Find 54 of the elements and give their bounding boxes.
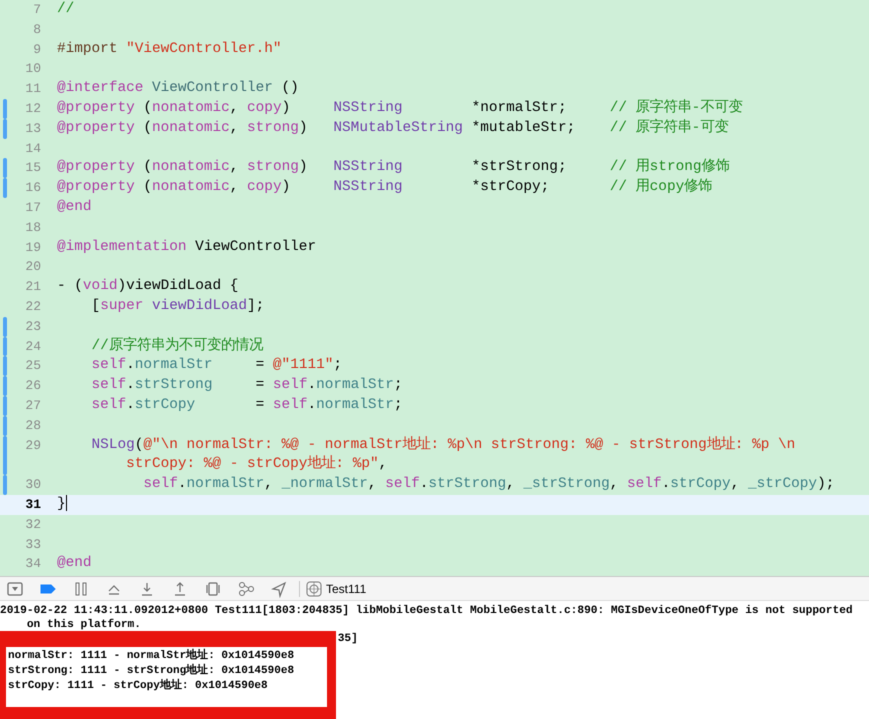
line-number: 11: [24, 80, 42, 98]
console-line: strCopy: 1111 - strCopy地址: 0x1014590e8: [8, 679, 269, 694]
app-icon: [306, 580, 322, 596]
line-number: 28: [24, 416, 42, 435]
code-line: [super viewDidLoad];: [90, 296, 266, 316]
code-line: self.normalStr = @"1111";: [90, 356, 344, 376]
line-number: 21: [24, 278, 42, 296]
code-line: @property (nonatomic, copy) NSString *strCopy; // 用copy修饰: [57, 178, 714, 198]
console-line: strStrong: 1111 - strStrong地址: 0x1014590e8: [8, 664, 296, 678]
line-number: 14: [24, 140, 42, 158]
line-number: 24: [24, 338, 42, 356]
code-line: @property (nonatomic, strong) NSString *strStrong; // 用strong修饰: [57, 158, 730, 178]
target-selector[interactable]: Test111: [306, 580, 366, 596]
code-line: - (void)viewDidLoad {: [57, 277, 240, 296]
line-number: 9: [32, 40, 42, 59]
line-number: 29: [24, 436, 42, 455]
line-number: 17: [24, 198, 42, 217]
code-line: @property (nonatomic, strong) NSMutableString *mutableStr; // 原字符串-可变: [57, 118, 730, 138]
line-number: 20: [24, 258, 42, 276]
code-line: @property (nonatomic, copy) NSString *normalStr; // 原字符串-不可变: [57, 98, 744, 118]
line-number: 8: [32, 20, 42, 39]
line-number: 16: [24, 179, 42, 198]
line-number: 12: [24, 100, 42, 118]
console-line: 35]: [336, 632, 359, 646]
line-number: 31: [24, 496, 42, 514]
console-line: normalStr: 1111 - normalStr地址: 0x1014590e8: [8, 649, 296, 664]
line-number: 25: [24, 357, 42, 376]
line-number: 18: [24, 218, 42, 237]
code-line: @end: [57, 198, 93, 217]
code-line: self.strStrong = self.normalStr;: [90, 376, 404, 396]
code-line: self.normalStr, _normalStr, self.strStrong, _strStrong, self.strCopy, _strCopy);: [142, 475, 836, 494]
line-number: 15: [24, 159, 42, 178]
code-line: @end: [57, 554, 93, 574]
code-line: @interface ViewController (): [57, 79, 300, 98]
line-number: 33: [24, 536, 42, 554]
code-line: //原字符串为不可变的情况: [90, 336, 264, 356]
line-number: 32: [24, 516, 42, 534]
line-number: 34: [24, 555, 42, 574]
code-line: }: [57, 494, 68, 514]
code-line: NSLog(@"\n normalStr: %@ - normalStr地址: %p\n strStrong: %@ - strStrong地址: %p \n strCopy: %@ - strCopy地址: %p",: [90, 436, 796, 474]
line-number: 10: [24, 60, 42, 78]
line-number: 27: [24, 396, 42, 415]
line-number: 22: [24, 298, 42, 316]
line-number: 26: [24, 377, 42, 396]
line-number: 19: [24, 238, 42, 257]
line-number: 30: [24, 476, 42, 494]
code-line: @implementation ViewController: [57, 238, 318, 257]
code-line: //: [57, 0, 76, 19]
console-line: 2019-02-22 11:43:11.092012+0800 Test111[1803:204835] libMobileGestalt MobileGestalt.c:890: MGIsDeviceOneOfType is not supported on this platform.: [0, 604, 854, 632]
line-number: 13: [24, 120, 42, 138]
code-line: self.strCopy = self.normalStr;: [90, 396, 404, 415]
line-number: 7: [32, 1, 42, 19]
code-line: #import "ViewController.h": [57, 40, 283, 59]
line-number: 23: [24, 318, 42, 336]
